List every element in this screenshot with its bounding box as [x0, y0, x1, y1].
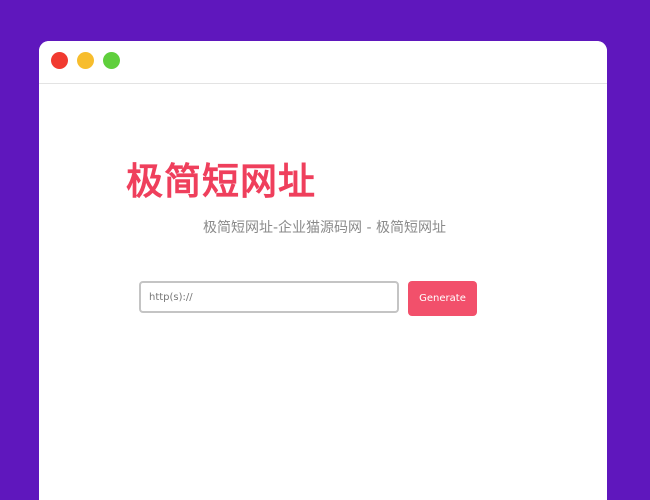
page-subtitle: 极简短网址-企业猫源码网 - 极简短网址	[203, 220, 447, 236]
window-titlebar	[39, 41, 607, 84]
maximize-window-icon[interactable]	[103, 52, 120, 69]
page-content: 极简短网址 极简短网址-企业猫源码网 - 极简短网址 Generate	[39, 84, 607, 500]
close-window-icon[interactable]	[51, 52, 68, 69]
page-title: 极简短网址	[126, 160, 316, 203]
browser-window: 极简短网址 极简短网址-企业猫源码网 - 极简短网址 Generate	[39, 41, 607, 500]
minimize-window-icon[interactable]	[77, 52, 94, 69]
generate-button[interactable]: Generate	[408, 281, 477, 316]
url-input[interactable]	[139, 281, 399, 313]
